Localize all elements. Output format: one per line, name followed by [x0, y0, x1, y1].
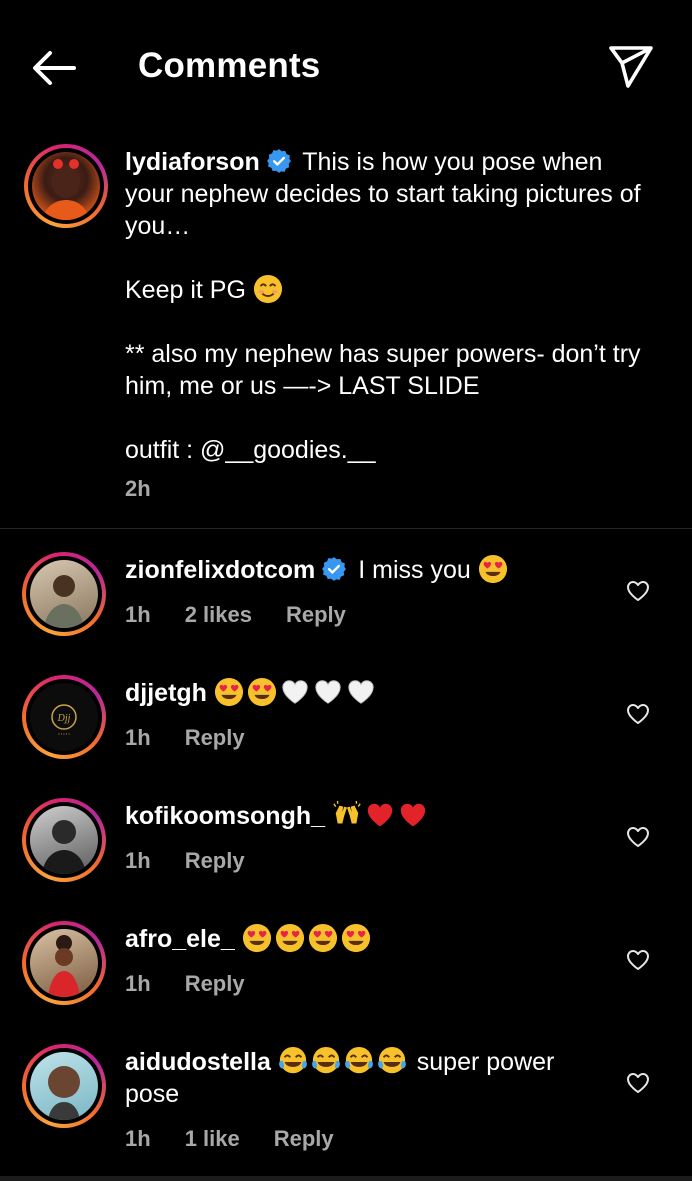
avatar-image — [48, 1066, 80, 1120]
avatar-image — [48, 935, 80, 997]
tears-of-joy-emoji — [377, 1046, 407, 1076]
raised-hands-emoji — [332, 800, 362, 830]
caption-username[interactable]: lydiaforson — [125, 148, 260, 176]
comment-username[interactable]: afro_ele_ — [125, 925, 235, 953]
comment-username[interactable]: zionfelixdotcom — [125, 556, 315, 584]
verified-badge-icon — [321, 556, 347, 582]
avatar[interactable] — [22, 552, 106, 636]
avatar-image: Djj • • • • • — [51, 704, 77, 736]
heart-eyes-emoji — [247, 677, 277, 707]
reply-button[interactable]: Reply — [274, 1126, 334, 1152]
white-heart-emoji — [313, 677, 343, 707]
red-heart-emoji — [398, 800, 428, 830]
heart-eyes-emoji — [341, 923, 371, 953]
comment-meta: 1h Reply — [125, 848, 279, 874]
heart-icon[interactable] — [626, 949, 650, 971]
caption-text-line4: outfit : @__goodies.__ — [125, 436, 376, 464]
header-bar: Comments — [0, 0, 692, 132]
comment-meta: 1h 1 like Reply — [125, 1126, 368, 1152]
comment-meta: 1h Reply — [125, 725, 279, 751]
svg-text:Djj: Djj — [57, 713, 71, 724]
comment-text: I miss you — [358, 556, 471, 584]
svg-text:• • • • •: • • • • • — [58, 731, 70, 736]
back-arrow-icon[interactable] — [30, 48, 78, 88]
heart-eyes-emoji — [275, 923, 305, 953]
heart-eyes-emoji — [478, 554, 508, 584]
tears-of-joy-emoji — [344, 1046, 374, 1076]
caption-timestamp: 2h — [125, 476, 151, 501]
bottom-edge — [0, 1176, 692, 1181]
comment-timestamp: 1h — [125, 971, 151, 996]
heart-icon[interactable] — [626, 580, 650, 602]
comment-username[interactable]: kofikoomsongh_ — [125, 802, 325, 830]
page-title: Comments — [138, 46, 321, 85]
reply-button[interactable]: Reply — [185, 725, 245, 751]
divider — [0, 528, 692, 529]
comment-username[interactable]: aidudostella — [125, 1048, 271, 1076]
avatar[interactable]: Djj • • • • • — [22, 675, 106, 759]
avatar-image — [42, 159, 90, 220]
heart-eyes-emoji — [242, 923, 272, 953]
caption-text-line3: ** also my nephew has super powers- don’… — [125, 340, 641, 400]
avatar-image — [42, 820, 86, 874]
white-heart-emoji — [280, 677, 310, 707]
white-heart-emoji — [346, 677, 376, 707]
comment-timestamp: 1h — [125, 848, 151, 873]
reply-button[interactable]: Reply — [185, 848, 245, 874]
comment-timestamp: 1h — [125, 602, 151, 627]
comment-timestamp: 1h — [125, 725, 151, 750]
avatar-image — [44, 575, 84, 628]
heart-icon[interactable] — [626, 703, 650, 725]
reply-button[interactable]: Reply — [286, 602, 346, 628]
avatar[interactable] — [22, 921, 106, 1005]
comment-likes[interactable]: 1 like — [185, 1126, 240, 1152]
comment-username[interactable]: djjetgh — [125, 679, 207, 707]
tears-of-joy-emoji — [311, 1046, 341, 1076]
post-caption: lydiaforson This is how you pose when yo… — [0, 132, 692, 528]
comment-timestamp: 1h — [125, 1126, 151, 1151]
smiling-emoji — [253, 274, 283, 304]
red-heart-emoji — [365, 800, 395, 830]
heart-icon[interactable] — [626, 1072, 650, 1094]
comment-likes[interactable]: 2 likes — [185, 602, 252, 628]
avatar[interactable] — [22, 798, 106, 882]
tears-of-joy-emoji — [278, 1046, 308, 1076]
avatar[interactable] — [24, 144, 108, 228]
heart-eyes-emoji — [214, 677, 244, 707]
verified-badge-icon — [266, 148, 292, 174]
heart-eyes-emoji — [308, 923, 338, 953]
reply-button[interactable]: Reply — [185, 971, 245, 997]
send-icon[interactable] — [606, 44, 654, 90]
comment-meta: 1h Reply — [125, 971, 279, 997]
comment-meta: 1h 2 likes Reply — [125, 602, 380, 628]
heart-icon[interactable] — [626, 826, 650, 848]
caption-text-line2: Keep it PG — [125, 276, 246, 304]
avatar[interactable] — [22, 1044, 106, 1128]
